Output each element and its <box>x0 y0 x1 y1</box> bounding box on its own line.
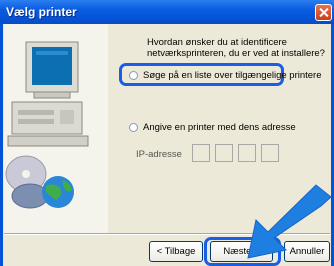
computer-illustration <box>4 24 108 233</box>
ip-octet-1 <box>192 144 210 162</box>
window-title: Vælg printer <box>6 5 77 19</box>
radio-specify-address[interactable] <box>129 123 138 132</box>
dialog-window: Vælg printer Hvordan ønsker du at identi… <box>0 0 334 266</box>
ip-octet-2 <box>215 144 233 162</box>
illustration-panel <box>4 24 108 233</box>
option-specify-address-label[interactable]: Angive en printer med dens adresse <box>143 122 296 133</box>
close-icon[interactable] <box>315 4 332 21</box>
title-bar[interactable]: Vælg printer <box>0 0 334 24</box>
prompt-text: Hvordan ønsker du at identificere netvær… <box>147 37 325 59</box>
ip-octet-4 <box>261 144 279 162</box>
cancel-button[interactable]: Annuller <box>284 241 330 262</box>
ip-address-label: IP-adresse <box>136 149 182 160</box>
separator <box>4 233 330 235</box>
back-button[interactable]: < Tilbage <box>149 241 203 262</box>
radio-search-list[interactable] <box>129 71 138 80</box>
ip-octet-3 <box>238 144 256 162</box>
next-button[interactable]: Næste > <box>210 241 273 262</box>
option-search-list-label[interactable]: Søge på en liste over tilgængelige print… <box>143 70 322 81</box>
